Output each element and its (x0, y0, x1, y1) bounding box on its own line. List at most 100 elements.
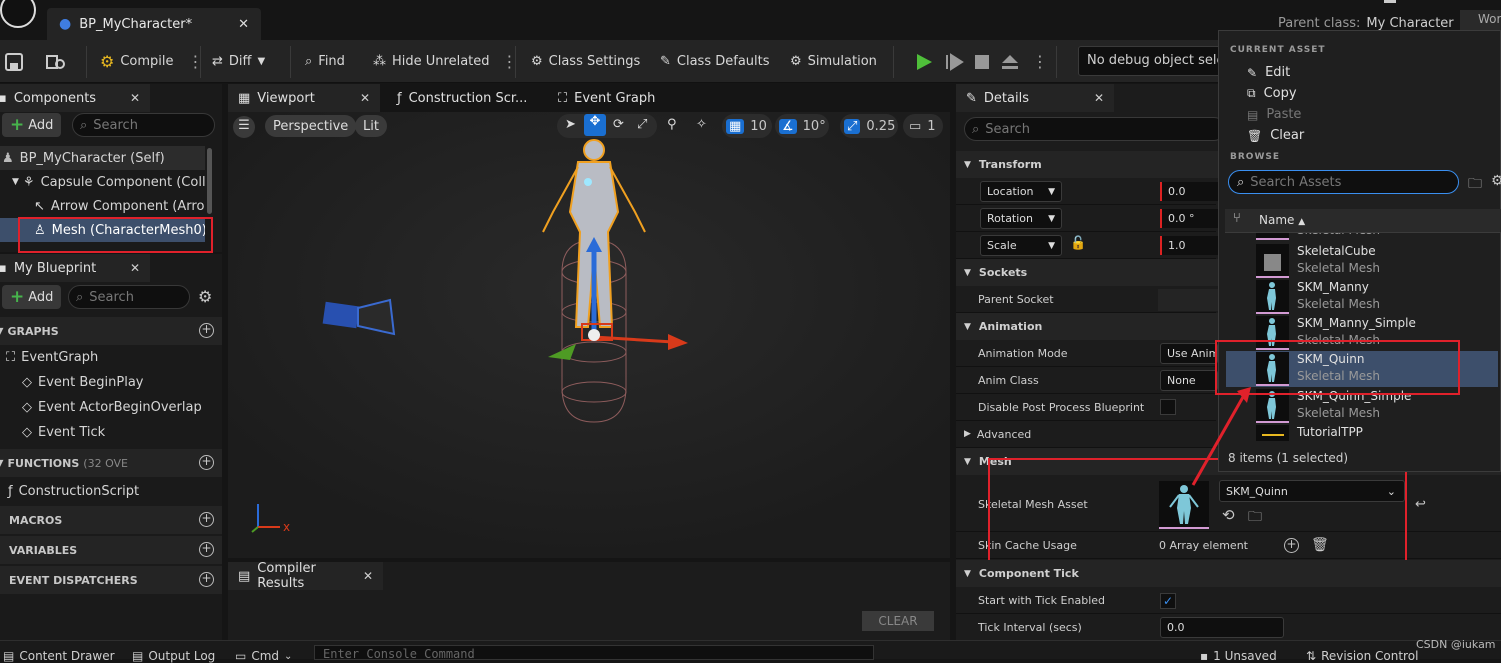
lock-icon[interactable]: 🔓 (1070, 236, 1086, 251)
tab-my-blueprint[interactable]: ▪ My Blueprint ✕ (0, 254, 150, 282)
scale-snap-toggle[interactable]: ⤢ 0.25 (840, 114, 898, 138)
debug-object-select[interactable]: No debug object selected (1078, 46, 1228, 76)
diff-button[interactable]: ⇄ Diff ▼ (212, 40, 265, 83)
tree-item-self[interactable]: ♟ BP_MyCharacter (Self) (0, 146, 205, 170)
paste-menu-item[interactable]: ▤ Paste (1247, 107, 1301, 122)
find-button[interactable]: ⌕ Find (305, 40, 345, 83)
functions-section[interactable]: ▼FUNCTIONS(32 OVE+ (0, 449, 222, 477)
cmd-select[interactable]: ▭ Cmd ⌄ (235, 649, 292, 663)
tab-compiler-results[interactable]: ▤ Compiler Results ✕ (228, 561, 383, 591)
rotation-x-input[interactable]: 0.0 ° (1160, 209, 1218, 228)
close-icon[interactable]: ✕ (238, 17, 249, 32)
event-actor-overlap-item[interactable]: ◇ Event ActorBeginOverlap (0, 395, 202, 419)
tab-components[interactable]: ▪ Components ✕ (0, 84, 150, 112)
asset-search-input[interactable]: ⌕ Search Assets (1228, 170, 1459, 194)
location-x-input[interactable]: 0.0 (1160, 182, 1218, 201)
parent-socket-field[interactable] (1158, 289, 1218, 311)
compile-button[interactable]: ⚙ Compile ⋮ (100, 40, 204, 83)
grid-snap-toggle[interactable]: ▦ 10 (722, 114, 772, 138)
step-icon[interactable] (945, 40, 965, 83)
dispatchers-section[interactable]: EVENT DISPATCHERS + (0, 566, 222, 594)
variables-section[interactable]: VARIABLES + (0, 536, 222, 564)
name-column-header[interactable]: Name ▲ (1259, 213, 1305, 227)
perspective-button[interactable]: Perspective (265, 115, 357, 137)
hide-unrelated-button[interactable]: ⁂ Hide Unrelated ⋮ (373, 40, 518, 83)
close-icon[interactable]: ✕ (130, 261, 140, 275)
add-macro-icon[interactable]: + (199, 512, 214, 527)
add-variable-icon[interactable]: + (199, 542, 214, 557)
copy-menu-item[interactable]: ⧉ Copy (1247, 86, 1297, 101)
tab-details[interactable]: ✎ Details ✕ (956, 84, 1114, 112)
console-input[interactable]: Enter Console Command (314, 645, 874, 661)
gear-icon[interactable]: ⚙ (198, 287, 212, 306)
location-dropdown[interactable]: Location ▼ (980, 181, 1062, 202)
start-tick-checkbox[interactable]: ✓ (1160, 593, 1176, 609)
edit-menu-item[interactable]: ✎ Edit (1247, 65, 1290, 80)
reset-to-default-icon[interactable]: ↩ (1415, 497, 1426, 512)
revision-control-button[interactable]: ⇅ Revision Control (1306, 649, 1418, 663)
play-icon[interactable] (914, 40, 934, 83)
close-icon[interactable]: ✕ (360, 91, 370, 105)
add-dispatcher-icon[interactable]: + (199, 572, 214, 587)
animation-mode-select[interactable]: Use Animation Blueprint (1160, 343, 1218, 364)
save-icon[interactable] (5, 40, 23, 83)
eject-icon[interactable] (1000, 40, 1020, 83)
camera-speed-toggle[interactable]: ▭ 1 (903, 114, 943, 138)
add-component-button[interactable]: + Add (2, 113, 62, 137)
filter-icon[interactable]: ⑂ (1233, 211, 1241, 226)
scale-icon[interactable]: ⤢ (637, 117, 647, 132)
sockets-section[interactable]: ▼ Sockets (956, 259, 1218, 286)
components-search-input[interactable]: ⌕ Search (72, 113, 215, 137)
angle-snap-toggle[interactable]: ∡ 10° (775, 114, 829, 138)
asset-item-skeletalcube[interactable]: SkeletalCube Skeletal Mesh (1226, 243, 1498, 279)
event-tick-item[interactable]: ◇ Event Tick (0, 420, 105, 444)
construction-script-item[interactable]: ƒ ConstructionScript (0, 479, 139, 503)
advanced-row[interactable]: ▶ Advanced (956, 421, 1216, 448)
scale-dropdown[interactable]: Scale ▼ (980, 235, 1062, 256)
tab-construction-script[interactable]: ƒ Construction Scr... (387, 84, 547, 112)
asset-item[interactable]: Skeletal Mesh (1226, 233, 1498, 241)
details-search-input[interactable]: ⌕ Search (964, 117, 1226, 141)
components-scrollbar[interactable] (207, 148, 212, 214)
add-graph-icon[interactable]: + (199, 323, 214, 338)
rotate-icon[interactable]: ⟳ (613, 117, 624, 132)
tab-event-graph[interactable]: ⛶ Event Graph (548, 84, 688, 112)
close-icon[interactable]: ✕ (1094, 91, 1104, 105)
component-tick-section[interactable]: ▼ Component Tick (956, 560, 1501, 587)
rotation-dropdown[interactable]: Rotation ▼ (980, 208, 1062, 229)
world-local-icon[interactable]: ✧ (696, 117, 707, 132)
clear-menu-item[interactable]: 🗑 Clear (1247, 128, 1304, 143)
settings-icon[interactable]: ⚙ (1491, 173, 1501, 189)
class-defaults-button[interactable]: ✎ Class Defaults (660, 40, 770, 83)
translate-icon[interactable]: ✥ (584, 114, 606, 136)
viewport-menu-icon[interactable]: ☰ (233, 116, 255, 138)
tree-item-capsule[interactable]: ▼⚘Capsule Component (CollisionCylinder) (0, 170, 205, 194)
output-log-button[interactable]: ▤ Output Log (132, 649, 215, 663)
close-icon[interactable]: ✕ (130, 91, 140, 105)
stop-icon[interactable] (974, 40, 990, 83)
event-graph-item[interactable]: ⛶ EventGraph (0, 345, 98, 369)
class-settings-button[interactable]: ⚙ Class Settings (531, 40, 640, 83)
graphs-section[interactable]: ▼GRAPHS+ (0, 317, 222, 345)
minimize-icon[interactable] (1384, 0, 1396, 3)
macros-section[interactable]: MACROS + (0, 506, 222, 534)
folder-icon[interactable]: 🗀 (1468, 173, 1482, 197)
select-icon[interactable]: ➤ (565, 117, 576, 132)
tab-blueprint-document[interactable]: ● BP_MyCharacter* ✕ (47, 8, 261, 40)
play-options-icon[interactable]: ⋮ (1032, 40, 1048, 83)
tick-interval-input[interactable]: 0.0 (1160, 617, 1284, 638)
unreal-logo-icon[interactable] (0, 0, 36, 28)
close-icon[interactable]: ✕ (363, 569, 373, 583)
simulation-button[interactable]: ⚙ Simulation (790, 40, 877, 83)
content-drawer-button[interactable]: ▤ Content Drawer (3, 649, 115, 663)
disable-pp-checkbox[interactable] (1160, 399, 1176, 415)
transform-section[interactable]: ▼ Transform (956, 151, 1218, 178)
viewport-canvas[interactable]: x (228, 112, 950, 558)
compiler-clear-button[interactable]: CLEAR (862, 611, 934, 631)
event-begin-play-item[interactable]: ◇ Event BeginPlay (0, 370, 144, 394)
asset-item-skm-manny[interactable]: SKM_Manny Skeletal Mesh (1226, 279, 1498, 315)
add-function-icon[interactable]: + (199, 455, 214, 470)
scale-x-input[interactable]: 1.0 (1160, 236, 1218, 255)
tree-item-arrow[interactable]: ↖ Arrow Component (Arrow) (0, 194, 205, 218)
blueprint-search-input[interactable]: ⌕ Search (68, 285, 190, 309)
